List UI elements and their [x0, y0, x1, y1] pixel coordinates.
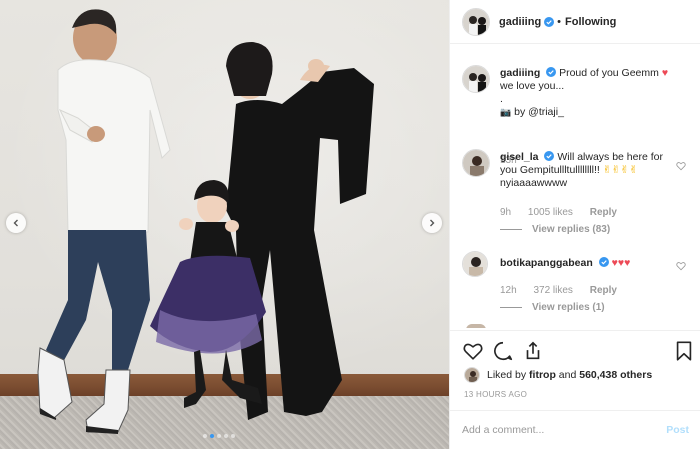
likes-others-count[interactable]: 560,438 others: [579, 369, 652, 381]
verified-badge-icon: [598, 257, 609, 267]
add-comment-bar: Post: [450, 410, 700, 449]
comment-line-1: Will always be here for: [557, 151, 663, 163]
likes-summary: Liked by fitrop and 560,438 others: [464, 367, 652, 383]
likes-connector: and: [558, 369, 577, 381]
camera-emoji: 📷: [500, 107, 512, 117]
caption-text: gadiiing Proud of you Geemm ♥ we love yo…: [500, 67, 680, 119]
rock-hand-emoji: ✌✌✌✌: [602, 164, 638, 176]
man-figure: [37, 9, 171, 434]
post-side-panel: gadiiing • Following gadiiing Proud of y…: [449, 0, 700, 449]
carousel-dot: [217, 434, 221, 438]
heart-icon[interactable]: [462, 340, 484, 362]
avatar-image: [463, 66, 489, 92]
add-comment-input[interactable]: [462, 424, 667, 436]
comment-text: gisel_la Will always be here for you Gem…: [500, 151, 680, 190]
bookmark-icon[interactable]: [673, 340, 695, 362]
caption-credit-prefix: by: [514, 106, 526, 118]
post-comment-button[interactable]: Post: [666, 424, 689, 436]
comment-line-2: you Gempitullltullllllll!!: [500, 164, 600, 176]
comment-time[interactable]: 12h: [500, 285, 517, 296]
view-replies-label: View replies (83): [532, 224, 611, 235]
view-replies-button[interactable]: View replies (83): [500, 224, 610, 235]
carousel-dot: [203, 434, 207, 438]
post-timestamp[interactable]: 13 HOURS AGO: [464, 390, 527, 399]
photo-people-illustration: [37, 9, 374, 434]
comment-username[interactable]: gisel_la: [500, 151, 539, 163]
comment-line-3: nyiaaaawwww: [500, 177, 568, 189]
comment-likes[interactable]: 1005 likes: [528, 207, 573, 218]
caption-line-1: Proud of you Geemm: [559, 67, 659, 79]
comment-text: botikapanggabean ♥♥♥: [500, 257, 686, 270]
next-comment-avatar-partial: [466, 324, 486, 328]
comment-icon[interactable]: [492, 340, 514, 362]
view-replies-button[interactable]: View replies (1): [500, 302, 605, 313]
chevron-left-icon: [13, 219, 18, 227]
post-photo[interactable]: [0, 0, 449, 449]
share-icon[interactable]: [522, 340, 544, 362]
avatar[interactable]: [462, 7, 490, 36]
replies-divider: [500, 307, 522, 308]
caption-line-2: we love you...: [500, 80, 565, 92]
carousel-indicator: [203, 434, 235, 438]
header-separator: •: [557, 15, 562, 28]
verified-badge-icon: [544, 151, 555, 161]
caption-credit-handle[interactable]: @triaji_: [528, 106, 564, 118]
reply-button[interactable]: Reply: [590, 207, 617, 218]
comment-username[interactable]: gadiiing: [500, 67, 540, 79]
following-button[interactable]: Following: [565, 16, 616, 28]
comment-like-heart-icon[interactable]: [676, 261, 686, 271]
comment-like-heart-icon[interactable]: [676, 161, 686, 171]
replies-divider: [500, 229, 522, 230]
avatar[interactable]: [462, 149, 490, 177]
comment-likes[interactable]: 372 likes: [533, 285, 572, 296]
avatar-image: [463, 150, 489, 176]
post-actions-bar: [450, 330, 700, 370]
comment-meta: 9h 1005 likes Reply: [500, 207, 631, 218]
avatar-image: [463, 8, 489, 35]
carousel-dot: [210, 434, 214, 438]
red-hearts-emoji: ♥♥♥: [611, 257, 631, 269]
carousel-dot: [224, 434, 228, 438]
comment-meta: 12h 372 likes Reply: [500, 285, 631, 296]
carousel-prev-button[interactable]: [6, 213, 26, 233]
header-username[interactable]: gadiiing: [499, 16, 541, 28]
view-replies-label: View replies (1): [532, 302, 605, 313]
reply-button[interactable]: Reply: [590, 285, 617, 296]
verified-badge-icon: [546, 67, 557, 77]
red-heart-emoji: ♥: [661, 67, 669, 79]
woman-figure: [226, 42, 374, 420]
avatar-image: [465, 368, 479, 382]
avatar[interactable]: [464, 367, 480, 383]
comment-username[interactable]: botikapanggabean: [500, 257, 593, 269]
avatar[interactable]: [462, 251, 488, 277]
chevron-right-icon: [430, 219, 435, 227]
liked-by-user[interactable]: fitrop: [529, 369, 556, 381]
comments-list[interactable]: gadiiing Proud of you Geemm ♥ we love yo…: [450, 45, 700, 328]
caption-line-3: .: [500, 93, 503, 105]
avatar-image: [463, 252, 487, 276]
verified-badge-icon: [544, 16, 555, 27]
likes-prefix: Liked by: [487, 369, 527, 381]
carousel-next-button[interactable]: [422, 213, 442, 233]
post-header: gadiiing • Following: [450, 0, 700, 44]
comment-time[interactable]: 9h: [500, 207, 511, 218]
avatar[interactable]: [462, 65, 490, 93]
carousel-dot: [231, 434, 235, 438]
